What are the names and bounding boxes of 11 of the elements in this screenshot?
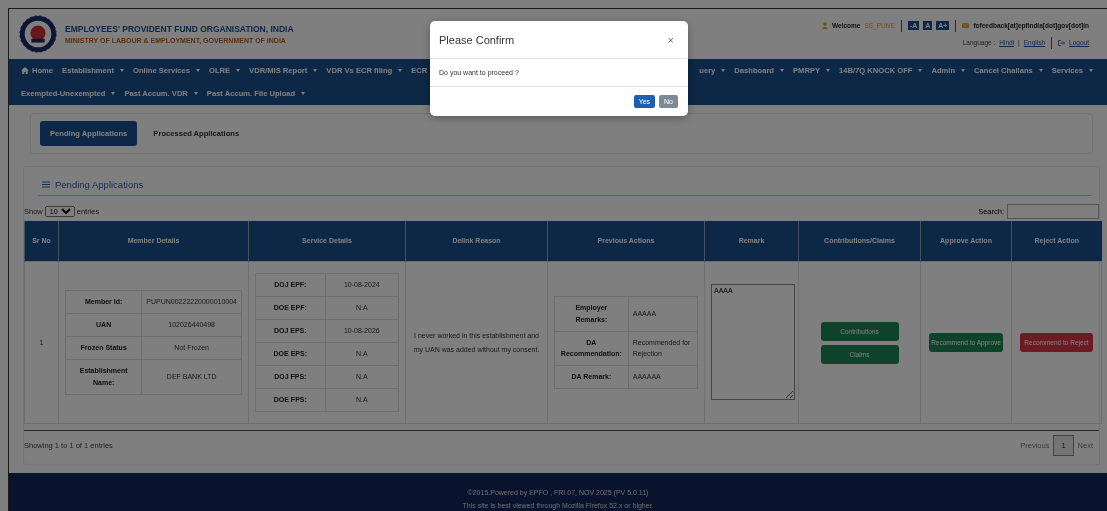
close-button[interactable]: × <box>667 33 674 46</box>
envelope-icon <box>962 23 970 28</box>
logout-icon <box>1058 39 1066 46</box>
user-icon <box>822 22 829 29</box>
home-icon <box>21 67 29 74</box>
dialog-title: Please Confirm <box>439 33 515 46</box>
search-field[interactable] <box>1007 204 1099 219</box>
panel-title: Pending Applications <box>55 179 144 190</box>
organisation-name: EMPLOYEES' PROVIDENT FUND ORGANISATION, INDIA <box>65 24 294 34</box>
emblem-logo-icon <box>19 15 57 53</box>
list-icon <box>42 181 50 188</box>
